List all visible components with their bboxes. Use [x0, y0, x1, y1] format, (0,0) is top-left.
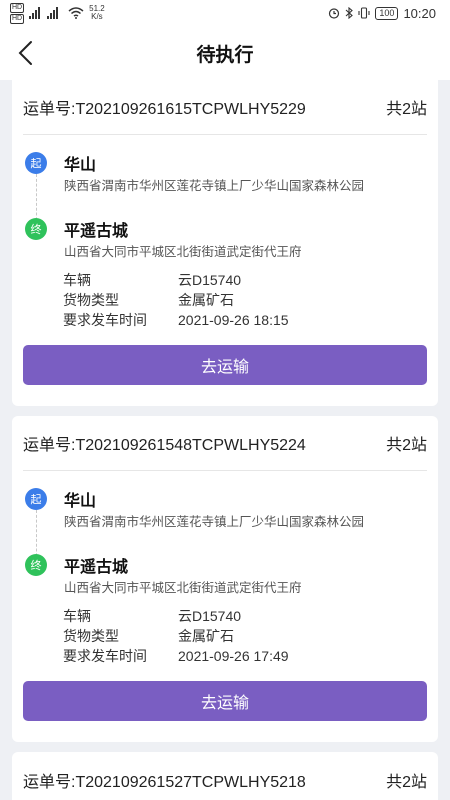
hd-tag: HD — [10, 2, 25, 13]
order-number-prefix: 运单号: — [23, 774, 76, 791]
station-count: 共2站 — [386, 437, 427, 454]
vehicle-label: 车辆 — [63, 608, 91, 624]
order-number-value: T202109261527TCPWLHY5218 — [75, 774, 306, 791]
order-number-value: T202109261548TCPWLHY5224 — [75, 437, 306, 454]
route: 起 华山 陕西省渭南市华州区莲花寺镇上厂少华山国家森林公园 终 平遥古城 山西省… — [24, 150, 424, 270]
nav-bar: 待执行 — [0, 26, 450, 80]
chevron-left-icon — [18, 41, 32, 65]
battery-icon: 100 — [375, 6, 399, 20]
go-transport-button[interactable]: 去运输 — [23, 681, 427, 721]
order-details: 车辆 云D15740 货物类型 金属矿石 要求发车时间 2021-09-26 1… — [63, 606, 423, 666]
end-marker-icon: 终 — [25, 218, 47, 240]
start-stop-address: 陕西省渭南市华州区莲花寺镇上厂少华山国家森林公园 — [64, 515, 365, 529]
departure-time-value: 2021-09-26 17:49 — [178, 648, 289, 664]
clock: 10:20 — [403, 5, 436, 21]
order-card: 运单号:T202109261548TCPWLHY5224 共2站 起 华山 陕西… — [12, 416, 438, 742]
route: 起 华山 陕西省渭南市华州区莲花寺镇上厂少华山国家森林公园 终 平遥古城 山西省… — [24, 486, 424, 606]
hd-tag: HD — [10, 13, 25, 24]
wifi-icon — [68, 7, 84, 19]
net-speed-unit: K/s — [91, 12, 103, 21]
station-count: 共2站 — [386, 774, 427, 791]
end-marker-icon: 终 — [25, 554, 47, 576]
order-card: 运单号:T202109261527TCPWLHY5218 共2站 — [12, 752, 438, 800]
cargo-type-value: 金属矿石 — [178, 628, 234, 644]
start-marker-icon: 起 — [25, 152, 47, 174]
departure-time-row: 要求发车时间 2021-09-26 17:49 — [63, 646, 423, 666]
cargo-type-row: 货物类型 金属矿石 — [63, 626, 423, 646]
end-stop-address: 山西省大同市平城区北街街道武定街代王府 — [64, 581, 302, 595]
order-card: 运单号:T202109261615TCPWLHY5229 共2站 起 华山 陕西… — [12, 80, 438, 406]
status-bar: HD HD 51.2 K/s 100 10:20 — [0, 0, 450, 26]
start-marker-icon: 起 — [25, 488, 47, 510]
departure-time-value: 2021-09-26 18:15 — [178, 312, 289, 328]
end-stop: 终 平遥古城 山西省大同市平城区北街街道武定街代王府 — [24, 552, 424, 600]
cargo-type-row: 货物类型 金属矿石 — [63, 290, 423, 310]
vehicle-row: 车辆 云D15740 — [63, 606, 423, 626]
order-number: 运单号:T202109261527TCPWLHY5218 — [23, 768, 306, 792]
end-stop: 终 平遥古城 山西省大同市平城区北街街道武定街代王府 — [24, 216, 424, 264]
cargo-type-label: 货物类型 — [63, 292, 119, 308]
order-details: 车辆 云D15740 货物类型 金属矿石 要求发车时间 2021-09-26 1… — [63, 270, 423, 330]
departure-time-label: 要求发车时间 — [63, 312, 147, 328]
station-count: 共2站 — [386, 101, 427, 118]
start-stop: 起 华山 陕西省渭南市华州区莲花寺镇上厂少华山国家森林公园 — [24, 150, 424, 198]
vehicle-value: 云D15740 — [178, 272, 242, 288]
vehicle-row: 车辆 云D15740 — [63, 270, 423, 290]
order-number-prefix: 运单号: — [23, 101, 76, 118]
go-transport-button[interactable]: 去运输 — [23, 345, 427, 385]
order-number: 运单号:T202109261548TCPWLHY5224 — [23, 431, 306, 455]
order-number: 运单号:T202109261615TCPWLHY5229 — [23, 95, 306, 119]
start-stop-address: 陕西省渭南市华州区莲花寺镇上厂少华山国家森林公园 — [64, 179, 365, 193]
order-number-value: T202109261615TCPWLHY5229 — [75, 101, 306, 118]
cargo-type-value: 金属矿石 — [178, 292, 234, 308]
order-list[interactable]: 运单号:T202109261615TCPWLHY5229 共2站 起 华山 陕西… — [0, 80, 450, 800]
order-number-prefix: 运单号: — [23, 437, 76, 454]
vehicle-label: 车辆 — [63, 272, 91, 288]
page-title: 待执行 — [196, 44, 254, 66]
order-card-header: 运单号:T202109261527TCPWLHY5218 共2站 — [23, 752, 427, 800]
back-button[interactable] — [8, 36, 42, 70]
order-card-header: 运单号:T202109261548TCPWLHY5224 共2站 — [23, 416, 427, 471]
status-right: 100 10:20 — [328, 6, 436, 21]
start-stop-name: 华山 — [64, 493, 97, 510]
start-stop-name: 华山 — [64, 157, 97, 174]
end-stop-name: 平遥古城 — [64, 223, 129, 240]
status-left: HD HD 51.2 K/s — [10, 2, 105, 24]
vibrate-icon — [358, 7, 370, 19]
cargo-type-label: 货物类型 — [63, 628, 119, 644]
hd-tags: HD HD — [10, 2, 25, 24]
end-stop-name: 平遥古城 — [64, 559, 129, 576]
vehicle-value: 云D15740 — [178, 608, 242, 624]
net-speed: 51.2 K/s — [89, 5, 105, 21]
start-stop: 起 华山 陕西省渭南市华州区莲花寺镇上厂少华山国家森林公园 — [24, 486, 424, 534]
order-card-header: 运单号:T202109261615TCPWLHY5229 共2站 — [23, 80, 427, 135]
end-stop-address: 山西省大同市平城区北街街道武定街代王府 — [64, 245, 302, 259]
signal-icon — [29, 7, 59, 19]
departure-time-row: 要求发车时间 2021-09-26 18:15 — [63, 310, 423, 330]
alarm-icon — [329, 8, 340, 19]
departure-time-label: 要求发车时间 — [63, 648, 147, 664]
bluetooth-icon — [346, 7, 354, 19]
